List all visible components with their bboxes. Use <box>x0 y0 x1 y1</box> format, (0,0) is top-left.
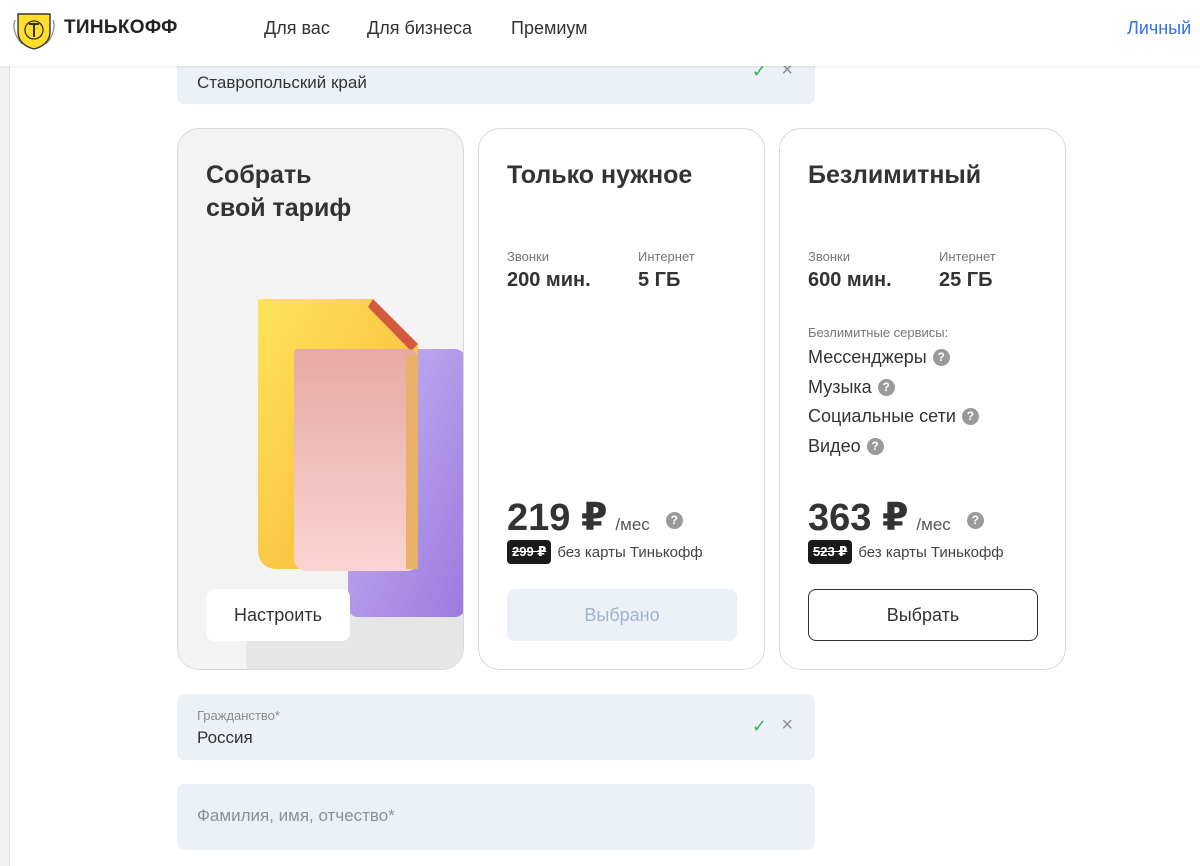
custom-tariff-card[interactable]: Собрать свой тариф Настроить <box>177 128 464 670</box>
left-strip <box>0 0 10 866</box>
per-month: /мес <box>916 515 951 534</box>
brand-logo-text[interactable]: ТИНЬКОФФ <box>64 17 178 39</box>
price: 219 ₽ <box>507 497 608 539</box>
tariff-card-only-needed[interactable]: Только нужное Звонки 200 мин. Интернет 5… <box>478 128 765 670</box>
service-item: Музыка? <box>808 377 895 398</box>
region-value: Ставропольский край <box>197 73 367 92</box>
top-header: ТИНЬКОФФ Для вас Для бизнеса Премиум Лич… <box>0 0 1200 66</box>
internet-label: Интернет <box>939 249 996 264</box>
tinkoff-emblem-icon[interactable] <box>12 10 56 50</box>
tariff-title: Только нужное <box>507 161 693 189</box>
help-icon[interactable]: ? <box>866 438 884 455</box>
choose-button[interactable]: Выбрать <box>808 589 1038 641</box>
price-row: 363 ₽ /мес ? <box>808 495 984 540</box>
services-caption: Безлимитные сервисы: <box>808 325 949 340</box>
old-price-row: 523 ₽ без карты Тинькофф <box>808 540 1004 564</box>
internet-value: 5 ГБ <box>638 269 681 291</box>
help-icon[interactable]: ? <box>932 349 950 366</box>
citizenship-value: Россия <box>197 728 253 747</box>
old-price-badge: 523 ₽ <box>808 540 853 564</box>
old-price-badge: 299 ₽ <box>507 540 552 564</box>
calls-label: Звонки <box>808 249 850 264</box>
old-price-row: 299 ₽ без карты Тинькофф <box>507 540 703 564</box>
internet-value: 25 ГБ <box>939 269 993 291</box>
price: 363 ₽ <box>808 497 909 539</box>
service-item: Социальные сети? <box>808 406 979 427</box>
service-item: Видео? <box>808 436 884 457</box>
calls-label: Звонки <box>507 249 549 264</box>
calls-value: 200 мин. <box>507 269 591 291</box>
help-icon[interactable]: ? <box>966 512 984 529</box>
full-name-placeholder: Фамилия, имя, отчество* <box>197 806 395 825</box>
old-price-note: без карты Тинькофф <box>557 543 703 561</box>
citizenship-label: Гражданство* <box>197 708 280 723</box>
help-icon[interactable]: ? <box>877 379 895 396</box>
help-icon[interactable]: ? <box>961 408 979 425</box>
selected-button[interactable]: Выбрано <box>507 589 737 641</box>
nav-for-you[interactable]: Для вас <box>264 18 330 39</box>
configure-button[interactable]: Настроить <box>206 589 350 641</box>
tariff-title: Безлимитный <box>808 161 982 189</box>
check-icon: ✓ <box>751 716 767 736</box>
old-price-note: без карты Тинькофф <box>858 543 1004 561</box>
nav-for-business[interactable]: Для бизнеса <box>367 18 472 39</box>
per-month: /мес <box>615 515 650 534</box>
help-icon[interactable]: ? <box>665 512 683 529</box>
service-item: Мессенджеры? <box>808 347 950 368</box>
clear-icon[interactable]: × <box>781 714 793 737</box>
full-name-field[interactable]: Фамилия, имя, отчество* <box>177 784 815 850</box>
calls-value: 600 мин. <box>808 269 892 291</box>
price-row: 219 ₽ /мес ? <box>507 495 683 540</box>
nav-premium[interactable]: Премиум <box>511 18 588 39</box>
citizenship-field[interactable]: Гражданство* Россия ✓ × <box>177 694 815 760</box>
nav-personal-link[interactable]: Личный <box>1127 18 1191 39</box>
internet-label: Интернет <box>638 249 695 264</box>
custom-tariff-title: Собрать свой тариф <box>206 161 352 222</box>
tariff-card-unlimited[interactable]: Безлимитный Звонки 600 мин. Интернет 25 … <box>779 128 1066 670</box>
